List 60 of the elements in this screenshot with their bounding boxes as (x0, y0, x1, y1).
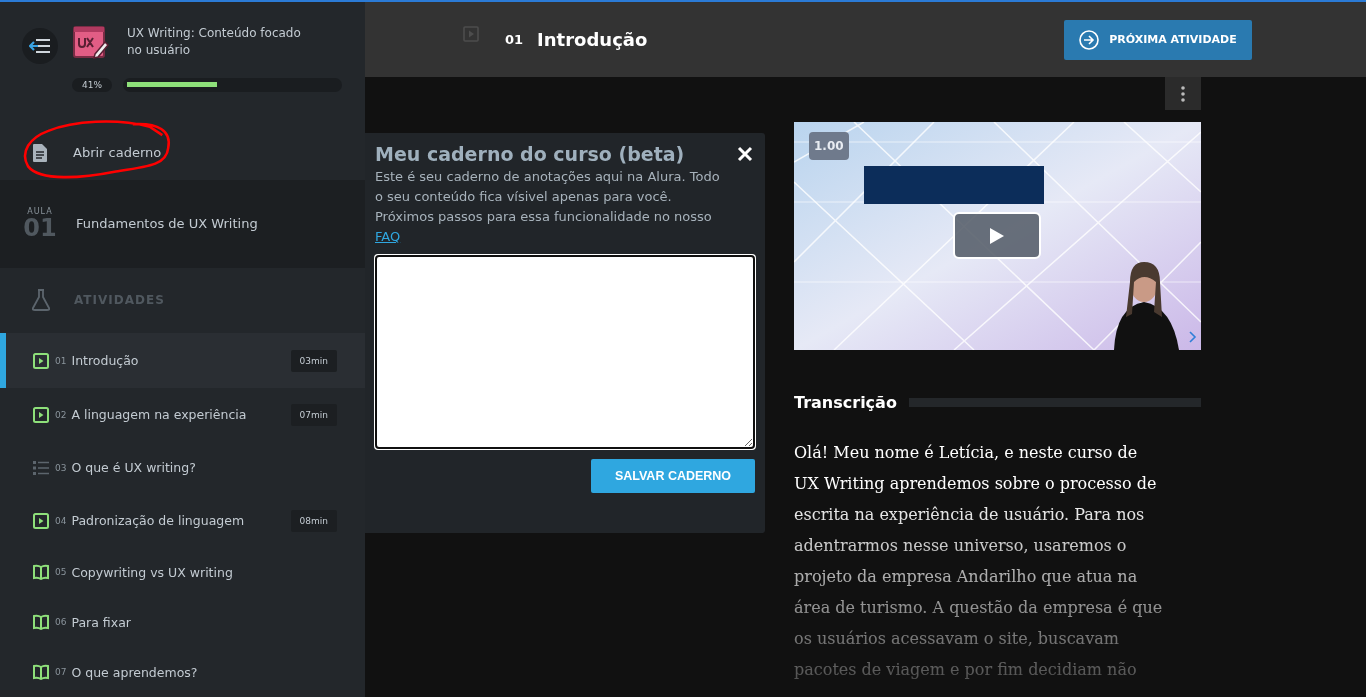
activity-number: 01 (505, 32, 524, 47)
play-button[interactable] (953, 212, 1041, 259)
course-title: UX Writing: Conteúdo focado no usuário (127, 25, 302, 59)
transcript-heading: Transcrição (794, 393, 897, 412)
activity-title: Copywriting vs UX writing (71, 564, 234, 580)
collapse-menu-icon (29, 38, 51, 54)
activity-item[interactable]: 06 Para fixar (0, 597, 365, 647)
activity-number: 06 (55, 617, 67, 627)
activity-item[interactable]: 04 Padronização de linguagem 08min (0, 494, 365, 547)
arrow-circle-icon (1079, 29, 1100, 50)
faq-link[interactable]: FAQ (375, 229, 401, 244)
flask-icon (32, 289, 50, 312)
activity-number: 02 (55, 409, 67, 420)
lesson-number: 01 (23, 216, 57, 241)
activity-title: A linguagem na experiência (71, 407, 248, 422)
more-options-button[interactable] (1165, 77, 1201, 110)
duration-badge: 08min (290, 509, 337, 532)
video-icon (33, 352, 49, 369)
activity-number: 01 (55, 355, 67, 366)
notebook-title: Meu caderno do curso (beta) (375, 143, 685, 165)
notebook-description: Este é seu caderno de anotações aqui na Alura. Todo o seu conteúdo fica vísivel apenas para você. Próximos passos para essa funcionalidade no nosso FAQ (375, 168, 721, 246)
activity-title: O que aprendemos? (71, 664, 199, 680)
notebook-link[interactable]: Abrir caderno (0, 125, 365, 181)
activity-item[interactable]: 01 Introdução 03min (0, 333, 365, 388)
close-button[interactable] (735, 144, 755, 164)
video-icon (463, 25, 479, 42)
activity-number: 05 (55, 567, 67, 577)
lesson-title: Fundamentos de UX Writing (76, 216, 258, 232)
activity-number: 04 (55, 515, 67, 526)
progress-percentage: 41% (72, 78, 112, 93)
activity-item[interactable]: 07 O que aprendemos? (0, 647, 365, 697)
play-icon (989, 226, 1005, 245)
next-activity-button[interactable]: PRÓXIMA ATIVIDADE (1064, 19, 1252, 60)
course-icon (73, 26, 109, 60)
playback-speed-button[interactable]: 1.00 (809, 132, 849, 160)
activity-title: Introdução (537, 29, 648, 50)
book-icon (33, 614, 49, 630)
notebook-text-area[interactable] (375, 255, 755, 449)
activity-item[interactable]: 03 O que é UX writing? (0, 441, 365, 494)
activity-item[interactable]: 02 A linguagem na experiência 07min (0, 388, 365, 441)
activity-title: Para fixar (71, 614, 132, 630)
transcript-text: Olá! Meu nome é Letícia, e neste curso de UX Writing aprendemos sobre o processo de escrita na experiência de usuário. Para nos adentrarmos nesse universo, usaremos o projeto da empresa Andarilho que atua na área de turismo. A questão da empresa é que os usuários acessavam o site, buscavam pacotes de viagem e por fim decidiam não (794, 442, 1164, 681)
video-icon (33, 512, 49, 529)
more-icon (1181, 85, 1185, 102)
book-icon (33, 664, 49, 680)
activity-title: Padronização de linguagem (71, 513, 246, 528)
close-icon (737, 146, 753, 162)
activity-title: O que é UX writing? (71, 460, 197, 475)
activity-number: 07 (55, 667, 67, 677)
back-button[interactable] (22, 28, 58, 64)
activity-number: 03 (55, 462, 67, 473)
list-icon (33, 460, 49, 475)
video-icon (33, 406, 49, 423)
duration-badge: 03min (290, 349, 337, 372)
book-icon (33, 564, 49, 580)
document-icon (33, 143, 47, 162)
activity-title: Introdução (71, 353, 140, 368)
activity-item[interactable]: 05 Copywriting vs UX writing (0, 547, 365, 597)
lesson-label: AULA (27, 207, 53, 217)
duration-badge: 07min (290, 403, 337, 426)
